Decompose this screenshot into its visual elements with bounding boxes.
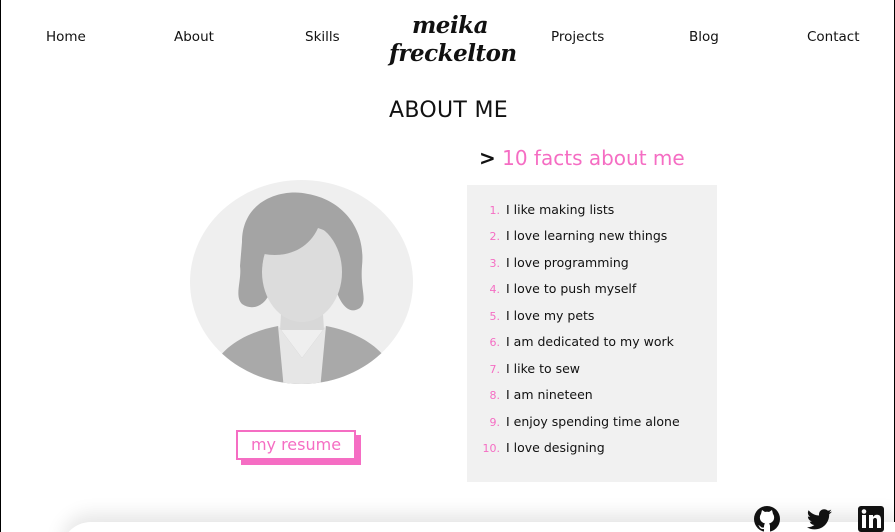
list-item: 1. I like making lists bbox=[467, 201, 717, 221]
linkedin-icon bbox=[858, 506, 884, 532]
list-item-number: 9. bbox=[489, 416, 501, 429]
resume-button[interactable]: my resume bbox=[236, 430, 356, 460]
person-placeholder-icon bbox=[206, 192, 398, 384]
list-item-number: 10. bbox=[482, 442, 501, 455]
facts-arrow: > bbox=[479, 146, 496, 170]
list-item-number: 6. bbox=[489, 336, 501, 349]
list-item: 4. I love to push myself bbox=[467, 280, 717, 300]
list-item: 7. I like to sew bbox=[467, 360, 717, 380]
nav-blog[interactable]: Blog bbox=[689, 29, 719, 45]
list-item-text: I like making lists bbox=[506, 202, 615, 217]
nav-skills[interactable]: Skills bbox=[305, 29, 340, 45]
list-item-text: I like to sew bbox=[506, 361, 581, 376]
list-item: 8. I am nineteen bbox=[467, 386, 717, 406]
logo-line-1: meika bbox=[411, 12, 489, 39]
twitter-link[interactable] bbox=[804, 504, 834, 532]
github-link[interactable] bbox=[752, 504, 782, 532]
list-item-number: 8. bbox=[489, 389, 501, 402]
linkedin-link[interactable] bbox=[856, 504, 886, 532]
list-item-number: 7. bbox=[489, 363, 501, 376]
list-item-text: I love to push myself bbox=[506, 281, 637, 296]
list-item-number: 4. bbox=[489, 283, 501, 296]
list-item-number: 3. bbox=[489, 257, 501, 270]
list-item-text: I love designing bbox=[506, 440, 605, 455]
list-item: 10. I love designing bbox=[467, 439, 717, 459]
list-item: 2. I love learning new things bbox=[467, 227, 717, 247]
list-item-number: 1. bbox=[489, 204, 501, 217]
nav-projects[interactable]: Projects bbox=[551, 29, 604, 45]
twitter-icon bbox=[806, 509, 832, 530]
page-title: ABOUT ME bbox=[389, 98, 508, 123]
list-item: 9. I enjoy spending time alone bbox=[467, 413, 717, 433]
list-item-text: I am dedicated to my work bbox=[506, 334, 674, 349]
list-item-text: I love my pets bbox=[506, 308, 595, 323]
list-item-text: I enjoy spending time alone bbox=[506, 414, 680, 429]
nav-contact[interactable]: Contact bbox=[807, 29, 860, 45]
list-item: 6. I am dedicated to my work bbox=[467, 333, 717, 353]
list-item: 3. I love programming bbox=[467, 254, 717, 274]
list-item-text: I am nineteen bbox=[506, 387, 593, 402]
facts-heading: > 10 facts about me bbox=[479, 146, 685, 170]
nav-about[interactable]: About bbox=[174, 29, 214, 45]
list-item-text: I love learning new things bbox=[506, 228, 668, 243]
page: Home About Skills Projects Blog Contact … bbox=[0, 0, 895, 532]
profile-avatar bbox=[190, 180, 413, 384]
github-icon bbox=[754, 506, 780, 532]
list-item-number: 5. bbox=[489, 310, 501, 323]
nav-home[interactable]: Home bbox=[46, 29, 86, 45]
logo-line-2: freckelton bbox=[389, 40, 517, 67]
list-item-text: I love programming bbox=[506, 255, 629, 270]
list-item: 5. I love my pets bbox=[467, 307, 717, 327]
resume-button-wrapper: my resume bbox=[236, 430, 361, 465]
facts-list: 1. I like making lists 2. I love learnin… bbox=[467, 185, 717, 482]
site-logo[interactable]: meika freckelton bbox=[389, 12, 517, 68]
facts-title: 10 facts about me bbox=[502, 146, 685, 170]
list-item-number: 2. bbox=[489, 230, 501, 243]
